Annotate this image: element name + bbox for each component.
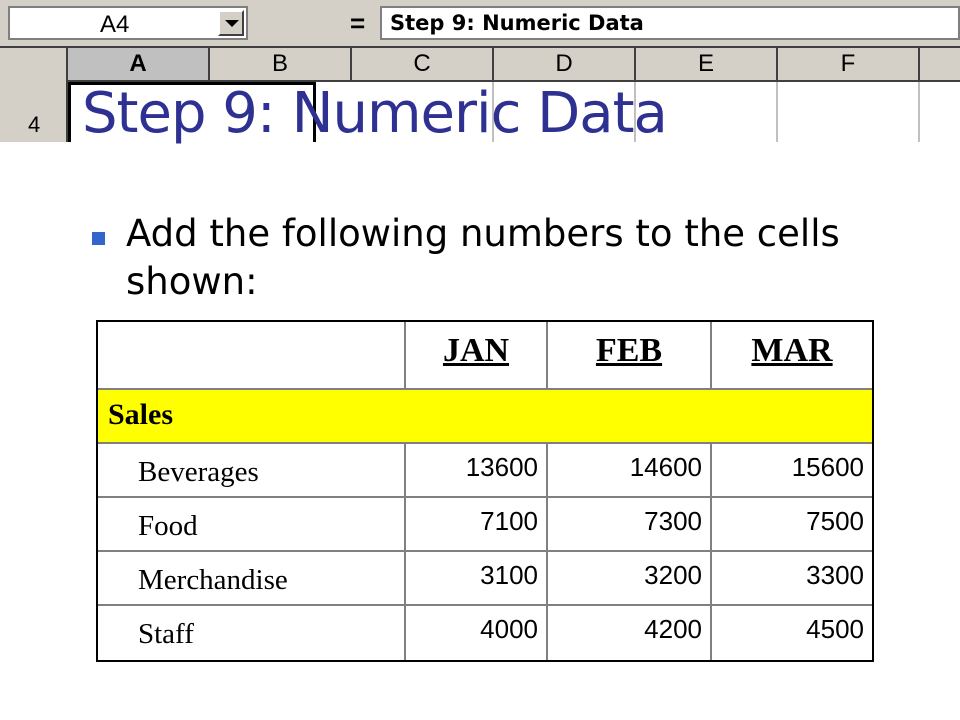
table-header-row: JAN FEB MAR [98,322,872,390]
value: 4200 [644,614,702,644]
month-header-cell: FEB [548,322,712,388]
column-header-f[interactable]: F [778,48,920,80]
grid-line [918,82,920,142]
formula-input[interactable]: Step 9: Numeric Data [380,6,960,40]
row-label: Beverages [138,456,259,488]
bullet-square-icon [92,232,105,245]
value: 3100 [480,560,538,590]
column-header-row: A B C D E F [0,46,960,82]
column-header-a[interactable]: A [68,48,210,80]
value: 7500 [806,506,864,536]
month-jan: JAN [442,332,510,369]
row-label: Staff [138,618,194,650]
value: 7100 [480,506,538,536]
value-cell: 7100 [406,498,548,550]
value: 3300 [806,560,864,590]
value-cell: 14600 [548,444,712,496]
value: 4500 [806,614,864,644]
value: 15600 [791,452,864,482]
month-mar: MAR [751,332,833,369]
row-header-4[interactable]: 4 [0,82,68,142]
value-cell: 4500 [712,606,872,660]
row-label-cell: Merchandise [98,552,406,604]
month-header-cell: MAR [712,322,872,388]
row-label: Food [138,510,198,542]
value-cell: 7300 [548,498,712,550]
column-header-c[interactable]: C [352,48,494,80]
value-cell: 15600 [712,444,872,496]
value: 3200 [644,560,702,590]
value: 7300 [644,506,702,536]
table-row: Merchandise 3100 3200 3300 [98,552,872,606]
row-label-cell: Staff [98,606,406,660]
value-cell: 7500 [712,498,872,550]
grid-line [776,82,778,142]
table-row: Staff 4000 4200 4500 [98,606,872,660]
value-cell: 13600 [406,444,548,496]
formula-value: Step 9: Numeric Data [390,11,644,35]
table-row: Food 7100 7300 7500 [98,498,872,552]
column-header-d[interactable]: D [494,48,636,80]
table-corner-cell [98,322,406,388]
slide-title: Step 9: Numeric Data [82,81,668,146]
formula-equals-button[interactable]: = [350,8,365,39]
chevron-down-icon[interactable] [218,10,244,36]
sales-label: Sales [108,398,174,431]
column-header-b[interactable]: B [210,48,352,80]
value-cell: 4200 [548,606,712,660]
data-table: JAN FEB MAR Sales Beverages 13600 14600 … [96,320,874,662]
column-header-e[interactable]: E [636,48,778,80]
value: 14600 [629,452,702,482]
value: 13600 [465,452,538,482]
row-label-cell: Food [98,498,406,550]
value-cell: 4000 [406,606,548,660]
row-label: Merchandise [138,564,288,596]
value-cell: 3100 [406,552,548,604]
value-cell: 3300 [712,552,872,604]
name-box-value: A4 [100,11,130,38]
name-box[interactable]: A4 [8,6,248,40]
month-feb: FEB [595,332,663,369]
select-all-corner[interactable] [0,48,68,82]
row-number: 4 [28,112,41,137]
value: 4000 [480,614,538,644]
formula-bar: A4 = Step 9: Numeric Data [0,0,960,46]
sales-section-row: Sales [98,390,872,444]
month-header-cell: JAN [406,322,548,388]
row-label-cell: Beverages [98,444,406,496]
bullet-text: Add the following numbers to the cells s… [126,212,840,303]
value-cell: 3200 [548,552,712,604]
table-row: Beverages 13600 14600 15600 [98,444,872,498]
